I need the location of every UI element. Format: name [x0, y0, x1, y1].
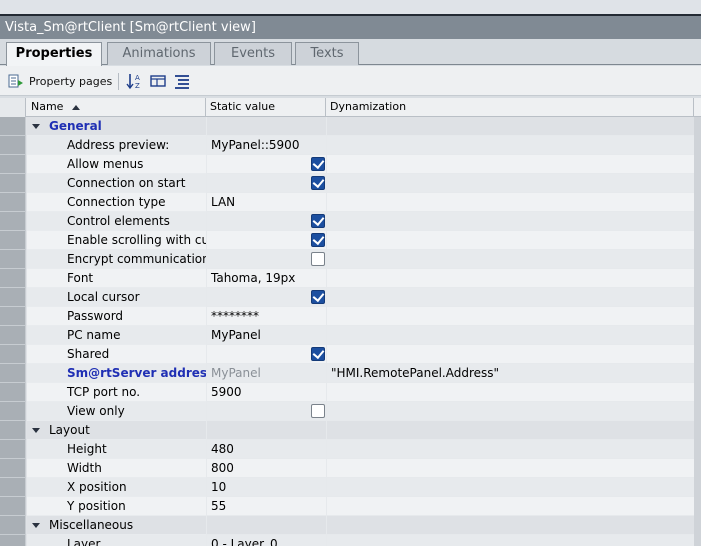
- property-value[interactable]: MyPanel::5900: [206, 136, 326, 155]
- property-value[interactable]: ********: [206, 307, 326, 326]
- property-name: Height: [67, 442, 107, 456]
- property-row[interactable]: Layer 0 - Layer_0: [0, 535, 701, 546]
- property-name: Connection on start: [67, 176, 186, 190]
- tab-properties[interactable]: Properties: [6, 42, 102, 66]
- group-label: General: [49, 119, 102, 133]
- encrypt-communication-checkbox[interactable]: [311, 252, 325, 266]
- control-elements-checkbox[interactable]: [311, 214, 325, 228]
- enable-scrolling-checkbox[interactable]: [311, 233, 325, 247]
- property-name: Address preview:: [67, 138, 170, 152]
- property-row[interactable]: Width 800: [0, 459, 701, 478]
- folder-view-button[interactable]: [150, 72, 166, 90]
- property-name: View only: [67, 404, 125, 418]
- property-name: Control elements: [67, 214, 170, 228]
- sort-button[interactable]: A Z: [126, 72, 144, 90]
- property-name: Enable scrolling with cu...: [67, 233, 206, 247]
- list-view-button[interactable]: [174, 72, 190, 90]
- shared-checkbox[interactable]: [311, 347, 325, 361]
- property-name: TCP port no.: [67, 385, 141, 399]
- property-name: Y position: [67, 499, 126, 513]
- column-name-label: Name: [31, 100, 64, 113]
- expand-caret-icon[interactable]: [32, 523, 40, 528]
- sort-ascending-icon: [71, 104, 80, 110]
- property-row[interactable]: Connection on start: [0, 174, 701, 193]
- tab-events[interactable]: Events: [214, 42, 292, 65]
- property-name: X position: [67, 480, 127, 494]
- column-header-name[interactable]: Name: [27, 98, 206, 117]
- dynamization-value[interactable]: "HMI.RemotePanel.Address": [326, 364, 694, 383]
- property-name: Shared: [67, 347, 110, 361]
- property-row[interactable]: Encrypt communication: [0, 250, 701, 269]
- allow-menus-checkbox[interactable]: [311, 157, 325, 171]
- group-row-miscellaneous[interactable]: Miscellaneous: [0, 516, 701, 535]
- property-value[interactable]: Tahoma, 19px: [206, 269, 326, 288]
- expand-caret-icon[interactable]: [32, 124, 40, 129]
- property-row[interactable]: Shared: [0, 345, 701, 364]
- toolbar: Property pages A Z: [0, 66, 701, 96]
- column-header-dynamization[interactable]: Dynamization: [326, 98, 694, 117]
- property-pages-button[interactable]: Property pages: [8, 72, 112, 90]
- property-row[interactable]: Sm@rtServer address MyPanel "HMI.RemoteP…: [0, 364, 701, 383]
- tab-bar: Properties Animations Events Texts: [0, 39, 701, 66]
- property-row[interactable]: Control elements: [0, 212, 701, 231]
- property-row[interactable]: Height 480: [0, 440, 701, 459]
- view-only-checkbox[interactable]: [311, 404, 325, 418]
- property-row[interactable]: Connection type LAN: [0, 193, 701, 212]
- property-row[interactable]: Y position 55: [0, 497, 701, 516]
- expand-caret-icon[interactable]: [32, 428, 40, 433]
- window-title: Vista_Sm@rtClient [Sm@rtClient view]: [0, 16, 701, 39]
- property-value[interactable]: 480: [206, 440, 326, 459]
- sort-az-icon: A Z: [126, 74, 140, 90]
- grid-header: Name Static value Dynamization: [0, 98, 701, 117]
- property-name: Password: [67, 309, 124, 323]
- group-row-general[interactable]: General: [0, 117, 701, 136]
- property-pages-label: Property pages: [29, 74, 113, 88]
- property-grid: Name Static value Dynamization General A…: [0, 98, 701, 546]
- tab-texts[interactable]: Texts: [295, 42, 359, 65]
- property-pages-icon: [8, 74, 23, 88]
- property-value[interactable]: 0 - Layer_0: [206, 535, 326, 546]
- property-row[interactable]: Allow menus: [0, 155, 701, 174]
- top-strip: [0, 0, 701, 16]
- folder-view-icon: [150, 75, 166, 87]
- property-value[interactable]: LAN: [206, 193, 326, 212]
- property-row[interactable]: Local cursor: [0, 288, 701, 307]
- group-row-layout[interactable]: Layout: [0, 421, 701, 440]
- property-row[interactable]: Font Tahoma, 19px: [0, 269, 701, 288]
- property-name: Allow menus: [67, 157, 144, 171]
- property-name: Font: [67, 271, 94, 285]
- vertical-scrollbar[interactable]: [694, 117, 701, 546]
- column-header-static-value[interactable]: Static value: [206, 98, 326, 117]
- property-name: Encrypt communication: [67, 252, 206, 266]
- group-label: Miscellaneous: [49, 518, 134, 532]
- property-value[interactable]: MyPanel: [206, 326, 326, 345]
- property-value[interactable]: 10: [206, 478, 326, 497]
- property-name: Width: [67, 461, 102, 475]
- list-view-icon: [175, 75, 189, 89]
- property-name: Layer: [67, 537, 101, 546]
- property-value[interactable]: 800: [206, 459, 326, 478]
- property-row[interactable]: TCP port no. 5900: [0, 383, 701, 402]
- connection-on-start-checkbox[interactable]: [311, 176, 325, 190]
- property-name: Sm@rtServer address: [67, 366, 206, 380]
- property-row[interactable]: X position 10: [0, 478, 701, 497]
- svg-text:A: A: [135, 74, 140, 82]
- property-name: Connection type: [67, 195, 166, 209]
- property-name: Local cursor: [67, 290, 140, 304]
- property-row[interactable]: Enable scrolling with cu...: [0, 231, 701, 250]
- property-value[interactable]: 5900: [206, 383, 326, 402]
- header-gutter: [0, 98, 26, 117]
- toolbar-separator: [118, 73, 119, 90]
- property-row[interactable]: View only: [0, 402, 701, 421]
- property-name: PC name: [67, 328, 121, 342]
- local-cursor-checkbox[interactable]: [311, 290, 325, 304]
- svg-text:Z: Z: [135, 82, 140, 90]
- group-label: Layout: [49, 423, 90, 437]
- property-row[interactable]: Password ********: [0, 307, 701, 326]
- property-value[interactable]: MyPanel: [206, 364, 326, 383]
- tab-animations[interactable]: Animations: [107, 42, 211, 65]
- property-row[interactable]: Address preview: MyPanel::5900: [0, 136, 701, 155]
- property-value[interactable]: 55: [206, 497, 326, 516]
- property-row[interactable]: PC name MyPanel: [0, 326, 701, 345]
